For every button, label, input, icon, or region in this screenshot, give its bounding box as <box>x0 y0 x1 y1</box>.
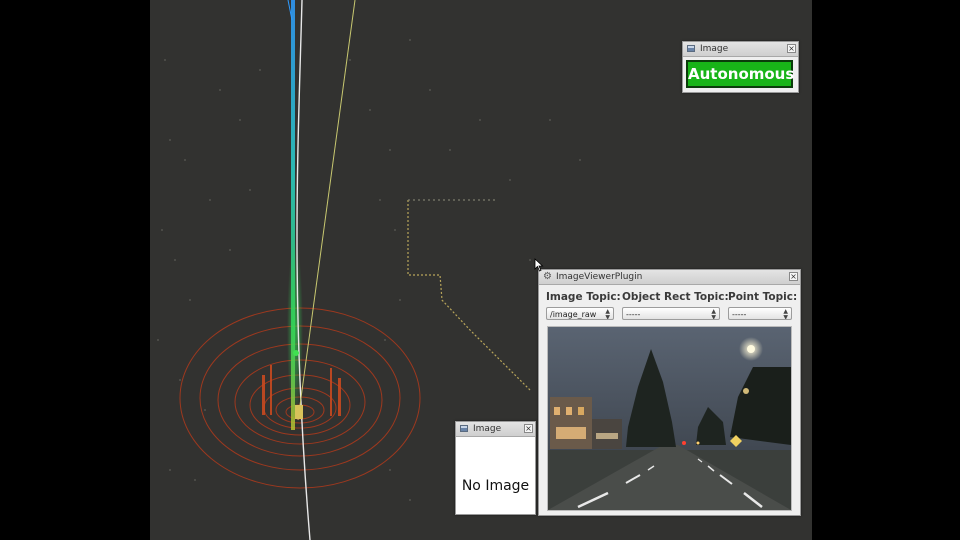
point-topic-value: ----- <box>732 310 747 319</box>
status-window-title: Image <box>700 44 729 54</box>
close-icon[interactable]: × <box>524 424 533 433</box>
point-topic-select[interactable]: ----- ▲ ▼ <box>728 307 792 320</box>
viewer-window-titlebar[interactable]: ⚙ ImageViewerPlugin × <box>539 270 800 285</box>
image-viewer-plugin-window: ⚙ ImageViewerPlugin × Image Topic: Objec… <box>538 269 801 516</box>
viewer-window-title: ImageViewerPlugin <box>556 272 643 282</box>
rect-topic-label: Object Rect Topic: <box>622 291 729 303</box>
lane-line-yellow <box>297 0 356 421</box>
noimage-window-body: No Image <box>456 437 535 514</box>
rect-topic-select[interactable]: ----- ▲ ▼ <box>622 307 720 320</box>
status-window-titlebar[interactable]: Image × <box>683 42 798 57</box>
vehicle-marker <box>295 405 303 419</box>
updown-arrow-icon: ▲ ▼ <box>783 308 788 320</box>
image-topic-value: /image_raw <box>550 310 597 319</box>
no-image-window: Image × No Image <box>455 421 536 515</box>
noimage-window-titlebar[interactable]: Image × <box>456 422 535 437</box>
no-image-message: No Image <box>461 478 530 494</box>
rect-topic-value: ----- <box>626 310 641 319</box>
status-image-window: Image × Autonomous <box>682 41 799 93</box>
noimage-window-title: Image <box>473 424 502 434</box>
image-topic-select[interactable]: /image_raw ▲ ▼ <box>546 307 614 320</box>
image-topic-label: Image Topic: <box>546 291 621 303</box>
building-outline <box>407 200 531 391</box>
mouse-cursor-icon <box>534 258 544 272</box>
window-icon <box>687 45 695 52</box>
updown-arrow-icon: ▲ ▼ <box>711 308 716 320</box>
point-topic-label: Point Topic: <box>728 291 798 303</box>
updown-arrow-icon: ▲ ▼ <box>605 308 610 320</box>
close-icon[interactable]: × <box>787 44 796 53</box>
autonomous-status-badge: Autonomous <box>686 60 794 88</box>
close-icon[interactable]: × <box>789 272 798 281</box>
gear-icon: ⚙ <box>543 271 552 282</box>
window-icon <box>460 425 468 432</box>
camera-image <box>547 326 792 511</box>
